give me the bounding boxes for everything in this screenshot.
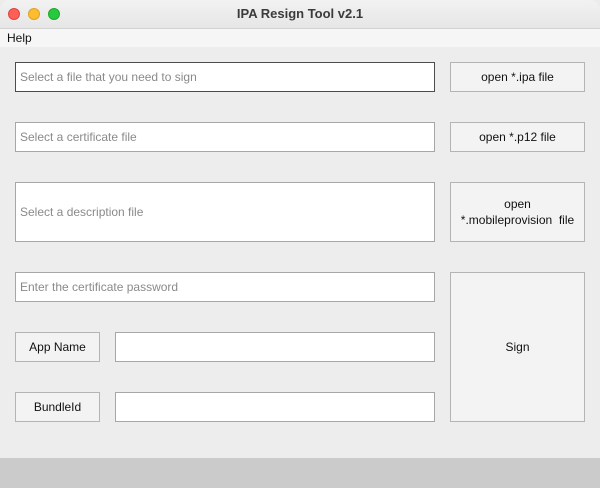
bundle-id-button[interactable]: BundleId — [15, 392, 100, 422]
certificate-file-input[interactable]: Select a certificate file — [15, 122, 435, 152]
description-file-input[interactable]: Select a description file — [15, 182, 435, 242]
open-mobileprovision-button[interactable]: open *.mobileprovision file — [450, 182, 585, 242]
bundle-id-input[interactable] — [115, 392, 435, 422]
main-content: Select a file that you need to sign open… — [0, 47, 600, 458]
certificate-file-placeholder: Select a certificate file — [20, 130, 137, 144]
menu-help[interactable]: Help — [7, 31, 32, 45]
ipa-file-placeholder: Select a file that you need to sign — [20, 70, 197, 84]
open-p12-button[interactable]: open *.p12 file — [450, 122, 585, 152]
menu-bar: Help — [0, 29, 600, 47]
ipa-file-input[interactable]: Select a file that you need to sign — [15, 62, 435, 92]
app-name-button[interactable]: App Name — [15, 332, 100, 362]
open-mobileprovision-label-line1: open — [504, 197, 531, 211]
app-name-input[interactable] — [115, 332, 435, 362]
open-ipa-button[interactable]: open *.ipa file — [450, 62, 585, 92]
description-file-placeholder: Select a description file — [20, 205, 144, 219]
sign-button[interactable]: Sign — [450, 272, 585, 422]
certificate-password-input[interactable]: Enter the certificate password — [15, 272, 435, 302]
certificate-password-placeholder: Enter the certificate password — [20, 280, 179, 294]
title-bar[interactable]: IPA Resign Tool v2.1 — [0, 0, 600, 29]
open-mobileprovision-label-line2: *.mobileprovision file — [460, 213, 575, 227]
app-window: IPA Resign Tool v2.1 Help Select a file … — [0, 0, 600, 488]
status-bar — [0, 458, 600, 488]
window-title: IPA Resign Tool v2.1 — [236, 6, 364, 21]
